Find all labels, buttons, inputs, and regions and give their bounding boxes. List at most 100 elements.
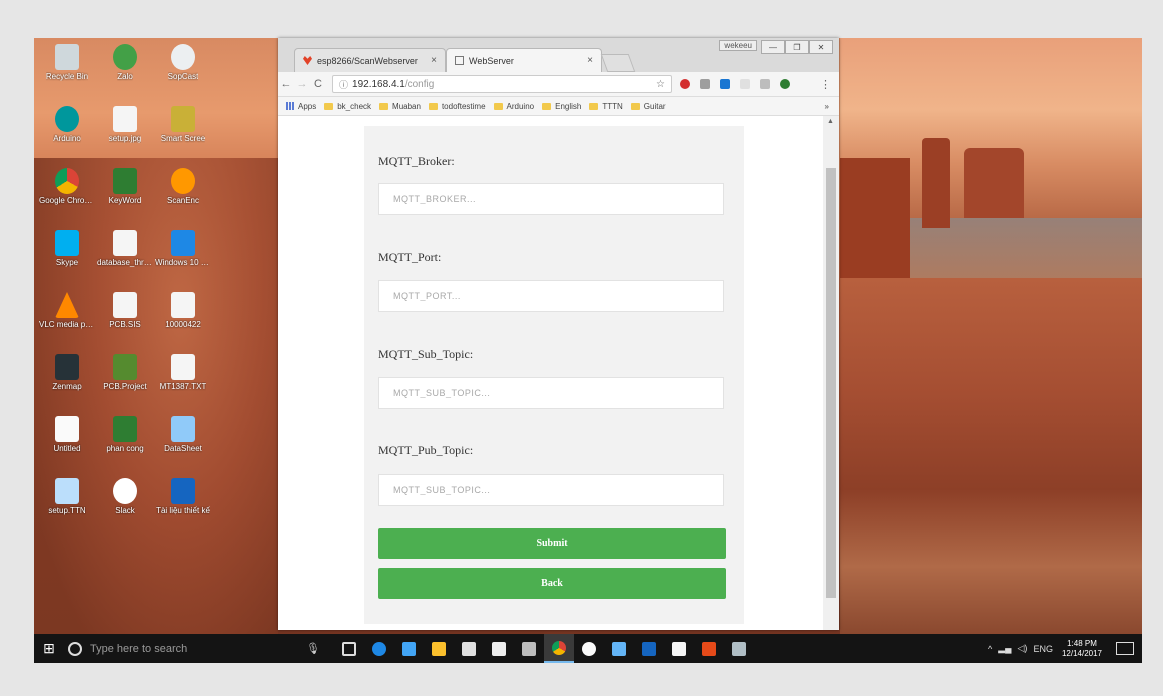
desktop-icon[interactable]: setup.jpg	[96, 106, 154, 168]
desktop-icon[interactable]: Tài liệu thiết kế	[154, 478, 212, 540]
desktop-icon[interactable]: VLC media player	[38, 292, 96, 354]
language-indicator[interactable]: ENG	[1033, 644, 1053, 654]
desktop-icon[interactable]: Smart Scree	[154, 106, 212, 168]
desktop-icon[interactable]: Zenmap	[38, 354, 96, 416]
bookmark-apps[interactable]: Apps	[286, 102, 316, 111]
close-icon[interactable]: ×	[431, 55, 437, 66]
bookmarks-more[interactable]: »	[825, 102, 829, 111]
gmail-icon[interactable]	[740, 79, 750, 89]
taskbar-search[interactable]: Type here to search 🎙	[64, 634, 334, 663]
mqtt-sub-topic-field[interactable]	[378, 377, 724, 409]
taskbar-explorer[interactable]	[424, 634, 454, 663]
desktop-icon[interactable]: KeyWord	[96, 168, 154, 230]
extension-icon[interactable]	[720, 79, 730, 89]
extension-icon[interactable]	[780, 79, 790, 89]
address-bar[interactable]: ⓘ 192.168.4.1/config ☆	[332, 75, 672, 93]
close-icon[interactable]: ×	[587, 55, 593, 66]
new-tab-button[interactable]	[600, 54, 636, 72]
mqtt-port-input[interactable]	[391, 290, 723, 302]
taskbar-mail[interactable]	[484, 634, 514, 663]
store-icon	[462, 641, 476, 656]
bookmark-item[interactable]: bk_check	[324, 102, 371, 111]
bookmark-item[interactable]: todoftestime	[428, 102, 486, 111]
bookmark-item[interactable]: Arduino	[493, 102, 534, 111]
volume-icon[interactable]: ◁)	[1018, 643, 1028, 654]
adblock-icon[interactable]	[680, 79, 690, 89]
desktop-icon[interactable]: database_thread	[96, 230, 154, 292]
star-icon[interactable]: ☆	[656, 79, 665, 90]
maximize-icon[interactable]: ❐	[785, 40, 809, 54]
chevron-up-icon[interactable]: ^	[988, 644, 992, 654]
desktop-icon[interactable]: Windows 10 Upgrade	[154, 230, 212, 292]
reload-icon[interactable]: C	[310, 78, 326, 90]
desktop-icon[interactable]: SopCast	[154, 44, 212, 106]
mqtt-pub-topic-field[interactable]	[378, 474, 724, 506]
bookmark-item[interactable]: Guitar	[630, 102, 666, 111]
scroll-up-icon[interactable]: ▲	[827, 118, 834, 125]
bookmark-item[interactable]: TTTN	[589, 102, 623, 111]
page-scrollbar[interactable]: ▲	[823, 116, 839, 630]
bookmark-item[interactable]: Muaban	[379, 102, 421, 111]
chrome-icon	[552, 640, 566, 655]
minimize-icon[interactable]: —	[761, 40, 785, 54]
taskbar-powerpoint[interactable]	[694, 634, 724, 663]
desktop-icon[interactable]: Zalo	[96, 44, 154, 106]
powerpoint-icon	[702, 641, 716, 656]
taskbar-app[interactable]	[604, 634, 634, 663]
mqtt-broker-field[interactable]	[378, 183, 724, 215]
submit-button[interactable]: Submit	[378, 528, 726, 559]
taskbar-edge[interactable]	[364, 634, 394, 663]
desktop-icon[interactable]: PCB.Project	[96, 354, 154, 416]
desktop-icon[interactable]: phan cong	[96, 416, 154, 478]
clock-time: 1:48 PM	[1067, 638, 1097, 648]
taskbar-app[interactable]	[574, 634, 604, 663]
taskbar-outlook[interactable]	[634, 634, 664, 663]
bookmark-item[interactable]: English	[542, 102, 581, 111]
back-arrow-icon[interactable]: ←	[278, 78, 294, 90]
desktop-icon[interactable]: DataSheet	[154, 416, 212, 478]
desktop-icon[interactable]: Arduino	[38, 106, 96, 168]
mqtt-sub-topic-input[interactable]	[391, 387, 723, 399]
tab-webserver[interactable]: WebServer ×	[446, 48, 602, 72]
action-center-icon[interactable]	[1116, 642, 1134, 655]
taskbar-store[interactable]	[454, 634, 484, 663]
start-button[interactable]: ⊞	[34, 634, 64, 663]
scrollbar-thumb[interactable]	[826, 168, 836, 598]
mqtt-broker-label: MQTT_Broker:	[378, 154, 455, 168]
desktop-icon[interactable]: 10000422	[154, 292, 212, 354]
taskbar-notepad[interactable]	[664, 634, 694, 663]
desktop-icon[interactable]: setup.TTN	[38, 478, 96, 540]
mqtt-port-field[interactable]	[378, 280, 724, 312]
extension-icon[interactable]	[760, 79, 770, 89]
clock[interactable]: 1:48 PM 12/14/2017	[1062, 639, 1102, 659]
extensions	[680, 79, 800, 89]
search-placeholder: Type here to search	[90, 642, 188, 655]
taskbar-chrome[interactable]	[544, 634, 574, 663]
desktop-icon[interactable]: Untitled	[38, 416, 96, 478]
microphone-icon[interactable]: 🎙	[306, 642, 320, 655]
taskbar-app[interactable]	[394, 634, 424, 663]
folder-icon	[542, 102, 552, 110]
taskbar-app[interactable]	[724, 634, 754, 663]
task-view-button[interactable]	[334, 634, 364, 663]
file-icon	[113, 292, 137, 318]
desktop-icon[interactable]: ScanEnc	[154, 168, 212, 230]
close-window-icon[interactable]: ✕	[809, 40, 833, 54]
desktop-icon[interactable]: Google Chrome	[38, 168, 96, 230]
taskbar-app[interactable]	[514, 634, 544, 663]
back-button[interactable]: Back	[378, 568, 726, 599]
forward-arrow-icon[interactable]: →	[294, 78, 310, 90]
desktop-icon[interactable]: Slack	[96, 478, 154, 540]
desktop-icon[interactable]: PCB.SIS	[96, 292, 154, 354]
tab-esp8266[interactable]: esp8266/ScanWebserver ×	[294, 48, 446, 72]
menu-icon[interactable]: ⋮	[820, 78, 831, 91]
mqtt-broker-input[interactable]	[391, 193, 723, 205]
mqtt-pub-topic-input[interactable]	[391, 484, 723, 496]
profile-button[interactable]: wekeeu	[719, 40, 757, 51]
desktop-icon[interactable]: Recycle Bin	[38, 44, 96, 106]
network-icon[interactable]: ▂▄	[998, 643, 1011, 654]
desktop-icon[interactable]: MT1387.TXT	[154, 354, 212, 416]
desktop-icon[interactable]: Skype	[38, 230, 96, 292]
extension-icon[interactable]	[700, 79, 710, 89]
windows-logo-icon: ⊞	[43, 640, 55, 656]
